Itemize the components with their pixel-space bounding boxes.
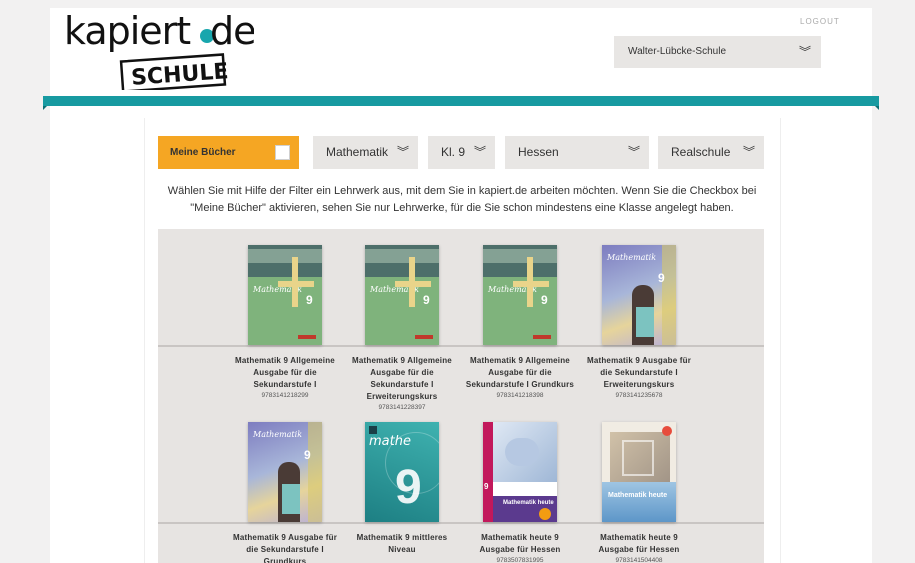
book-cover[interactable]: Mathematik 9 <box>248 422 322 522</box>
cover-title: mathe <box>369 434 411 449</box>
chevron-down-icon: ︾ <box>627 145 640 159</box>
cover-title: Mathematik <box>607 253 657 262</box>
cover-grade: 9 <box>304 448 311 462</box>
book-card[interactable]: Mathematik 9 Mathematik 9 Allgemeine Aus… <box>346 245 458 411</box>
book-card[interactable]: Mathematik 9 Mathematik 9 Ausgabe für di… <box>583 245 695 399</box>
logout-link[interactable]: LOGOUT <box>800 17 840 26</box>
school-type-filter[interactable]: Realschule ︾ <box>658 136 764 169</box>
header-divider-bar <box>43 96 879 110</box>
book-isbn: 9783141218398 <box>496 392 544 399</box>
book-card[interactable]: mathe 9 Mathematik 9 mittleres Niveau <box>346 422 458 557</box>
book-title[interactable]: Mathematik 9 Ausgabe für die Sekundarstu… <box>229 532 341 563</box>
book-card[interactable]: 9 Mathematik heute Mathematik heute 9 Au… <box>464 422 576 563</box>
book-cover[interactable]: Mathematik 9 <box>483 245 557 345</box>
book-cover[interactable]: mathe 9 <box>365 422 439 522</box>
book-card[interactable]: Mathematik 9 Mathematik 9 Ausgabe für di… <box>229 422 341 563</box>
kapiert-logo-image: kapiert de SCHULE <box>64 9 257 93</box>
book-title[interactable]: Mathematik 9 Allgemeine Ausgabe für die … <box>229 355 341 391</box>
school-select[interactable]: Walter-Lübcke-Schule ︾ <box>614 36 821 68</box>
cover-grade: 9 <box>306 293 313 307</box>
cover-grade: 9 <box>658 271 665 285</box>
cover-title: Mathematik <box>253 430 303 439</box>
cover-grade: 9 <box>395 461 422 514</box>
book-cover[interactable]: Mathematik 9 <box>602 245 676 345</box>
chevron-down-icon: ︾ <box>742 145 755 159</box>
book-isbn: 9783507831995 <box>496 557 544 563</box>
book-isbn: 9783141228397 <box>378 404 426 411</box>
book-cover[interactable]: 9 Mathematik heute <box>483 422 557 522</box>
cover-grade: 9 <box>484 482 489 491</box>
filter-info-text: Wählen Sie mit Hilfe der Filter ein Lehr… <box>167 185 757 214</box>
book-grid: Mathematik 9 Mathematik 9 Allgemeine Aus… <box>158 229 764 563</box>
subject-filter[interactable]: Mathematik ︾ <box>313 136 418 169</box>
cover-title: Mathematik heute <box>608 492 668 499</box>
chevron-down-icon: ︾ <box>798 45 811 59</box>
book-title[interactable]: Mathematik 9 Allgemeine Ausgabe für die … <box>464 355 576 391</box>
book-card[interactable]: Mathematik heute Mathematik heute 9 Ausg… <box>583 422 695 563</box>
book-isbn: 9783141218299 <box>261 392 309 399</box>
subject-filter-value: Mathematik <box>326 145 389 159</box>
book-cover[interactable]: Mathematik 9 <box>365 245 439 345</box>
grade-filter-value: Kl. 9 <box>441 145 466 159</box>
svg-text:de: de <box>210 9 254 53</box>
book-isbn: 9783141235678 <box>615 392 663 399</box>
book-card[interactable]: Mathematik 9 Mathematik 9 Allgemeine Aus… <box>464 245 576 399</box>
school-type-filter-value: Realschule <box>671 145 731 159</box>
book-cover[interactable]: Mathematik heute <box>602 422 676 522</box>
book-isbn: 9783141504408 <box>615 557 663 563</box>
book-title[interactable]: Mathematik heute 9 Ausgabe für Hessen <box>583 532 695 556</box>
book-card[interactable]: Mathematik 9 Mathematik 9 Allgemeine Aus… <box>229 245 341 399</box>
cover-title: Mathematik heute <box>503 500 554 506</box>
book-cover[interactable]: Mathematik 9 <box>248 245 322 345</box>
svg-text:kapiert: kapiert <box>64 9 190 53</box>
chevron-down-icon: ︾ <box>396 145 409 159</box>
book-title[interactable]: Mathematik 9 Allgemeine Ausgabe für die … <box>346 355 458 403</box>
my-books-checkbox[interactable] <box>275 145 290 160</box>
cover-grade: 9 <box>423 293 430 307</box>
book-title[interactable]: Mathematik heute 9 Ausgabe für Hessen <box>464 532 576 556</box>
my-books-label: Meine Bücher <box>170 147 236 158</box>
chevron-down-icon: ︾ <box>473 145 486 159</box>
state-filter[interactable]: Hessen ︾ <box>505 136 649 169</box>
my-books-filter[interactable]: Meine Bücher <box>158 136 299 169</box>
grade-filter[interactable]: Kl. 9 ︾ <box>428 136 495 169</box>
book-title[interactable]: Mathematik 9 mittleres Niveau <box>346 532 458 556</box>
kapiert-logo[interactable]: kapiert de SCHULE <box>64 8 257 93</box>
school-select-value: Walter-Lübcke-Schule <box>628 46 727 57</box>
state-filter-value: Hessen <box>518 145 559 159</box>
cover-grade: 9 <box>541 293 548 307</box>
book-title[interactable]: Mathematik 9 Ausgabe für die Sekundarstu… <box>583 355 695 391</box>
